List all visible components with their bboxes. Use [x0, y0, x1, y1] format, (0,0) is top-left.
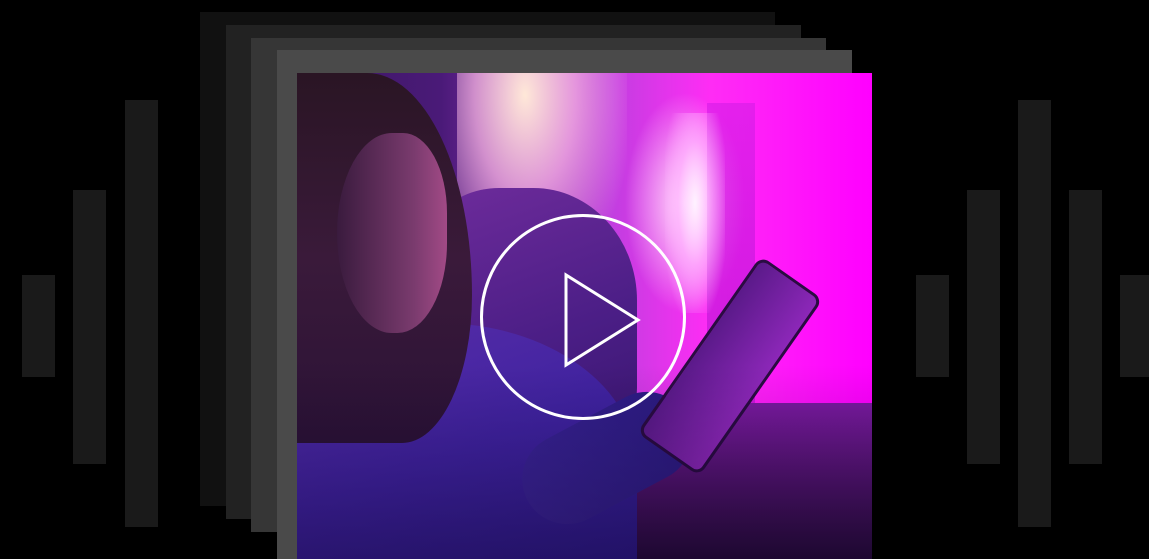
waveform-bar [1120, 275, 1149, 377]
waveform-bar [967, 190, 1000, 464]
waveform-bar [73, 190, 106, 464]
waveform-bar [22, 275, 55, 377]
play-icon [564, 272, 641, 368]
play-button[interactable] [480, 214, 686, 420]
waveform-bar [916, 275, 949, 377]
video-preview-stage [0, 0, 1149, 559]
waveform-bar [1069, 190, 1102, 464]
waveform-bar [1018, 100, 1051, 527]
waveform-bar [125, 100, 158, 527]
